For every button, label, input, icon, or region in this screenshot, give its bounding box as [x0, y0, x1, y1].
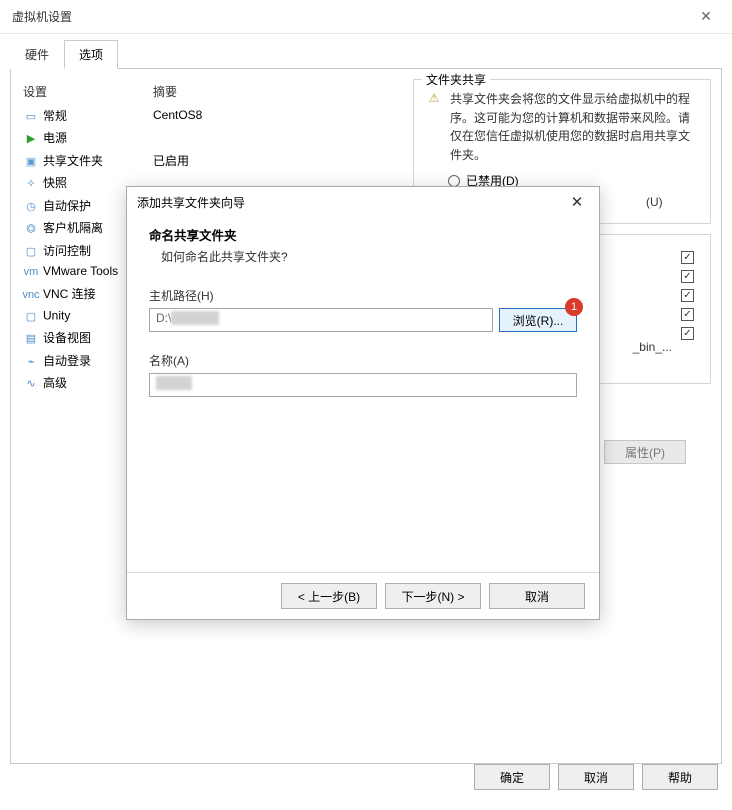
- list-item-label: 设备视图: [43, 331, 91, 345]
- folder-icon: ▣: [23, 153, 39, 169]
- host-path-input[interactable]: D:\xxxxxxxx: [149, 308, 493, 332]
- back-button[interactable]: < 上一步(B): [281, 583, 377, 609]
- add-shared-folder-wizard: 添加共享文件夹向导 ✕ 命名共享文件夹 如何命名此共享文件夹? 主机路径(H) …: [126, 186, 600, 620]
- checkbox-item[interactable]: [681, 289, 694, 302]
- adv-icon: ∿: [23, 376, 39, 392]
- window-title: 虚拟机设置: [12, 8, 692, 25]
- key-icon: ⌁: [23, 353, 39, 369]
- wizard-heading: 命名共享文件夹: [149, 225, 577, 244]
- list-item[interactable]: ▭ 常规 CentOS8: [21, 104, 401, 127]
- device-icon: ▤: [23, 331, 39, 347]
- col-setting: 设置: [23, 83, 153, 100]
- partial-option-suffix: (U): [646, 195, 698, 209]
- warning-icon: ⚠: [426, 90, 442, 106]
- next-button[interactable]: 下一步(N) >: [385, 583, 481, 609]
- wizard-subheading: 如何命名此共享文件夹?: [149, 248, 577, 265]
- wizard-close-icon[interactable]: ✕: [565, 190, 589, 214]
- main-cancel-button[interactable]: 取消: [558, 764, 634, 790]
- host-path-field: 主机路径(H) D:\xxxxxxxx 浏览(R)... 1: [149, 287, 577, 332]
- tabs: 硬件 选项: [10, 40, 722, 69]
- checkbox-item[interactable]: [681, 270, 694, 283]
- close-icon[interactable]: ✕: [692, 3, 720, 31]
- host-path-label: 主机路径(H): [149, 287, 577, 304]
- wizard-title-text: 添加共享文件夹向导: [137, 194, 245, 211]
- tab-options[interactable]: 选项: [64, 40, 118, 69]
- cancel-button[interactable]: 取消: [489, 583, 585, 609]
- name-field: 名称(A) xxxxxx: [149, 352, 577, 397]
- list-item-summary: CentOS8: [153, 108, 399, 122]
- folder-sharing-legend: 文件夹共享: [422, 71, 490, 88]
- tab-hardware[interactable]: 硬件: [10, 40, 64, 69]
- list-item[interactable]: ▶ 电源: [21, 127, 401, 150]
- list-item-label: 快照: [43, 176, 67, 190]
- ok-button[interactable]: 确定: [474, 764, 550, 790]
- checkbox-item[interactable]: [681, 327, 694, 340]
- shield-icon: ▢: [23, 243, 39, 259]
- wizard-footer: < 上一步(B) 下一步(N) > 取消: [127, 572, 599, 619]
- list-item-label: 自动保护: [43, 199, 91, 213]
- list-item-label: VMware Tools: [43, 264, 118, 278]
- properties-button: 属性(P): [604, 440, 686, 464]
- list-item-label: 常规: [43, 109, 67, 123]
- wizard-body: 主机路径(H) D:\xxxxxxxx 浏览(R)... 1 名称(A) xxx…: [127, 279, 599, 572]
- checkbox-column: [681, 245, 694, 346]
- list-item-label: 高级: [43, 376, 67, 390]
- name-input[interactable]: xxxxxx: [149, 373, 577, 397]
- list-item-label: 访问控制: [43, 244, 91, 258]
- clock-icon: ◷: [23, 198, 39, 214]
- list-item-label: Unity: [43, 309, 70, 323]
- list-item-label: 客户机隔离: [43, 221, 103, 235]
- list-item-label: 电源: [43, 131, 67, 145]
- host-path-value: D:\: [156, 311, 171, 325]
- list-item-label: 共享文件夹: [43, 154, 103, 168]
- warning-row: ⚠ 共享文件夹会将您的文件显示给虚拟机中的程序。这可能为您的计算机和数据带来风险…: [426, 90, 698, 164]
- power-icon: ▶: [23, 131, 39, 147]
- wizard-titlebar: 添加共享文件夹向导 ✕: [127, 187, 599, 217]
- dialog-footer: 确定 取消 帮助: [474, 764, 718, 790]
- lock-icon: ⏣: [23, 221, 39, 237]
- checkbox-item[interactable]: [681, 308, 694, 321]
- help-button[interactable]: 帮助: [642, 764, 718, 790]
- list-item[interactable]: ▣ 共享文件夹 已启用: [21, 149, 401, 172]
- list-item-summary: 已启用: [153, 152, 399, 169]
- list-item-bin-label: _bin_...: [633, 340, 672, 354]
- titlebar: 虚拟机设置 ✕: [0, 0, 732, 34]
- list-item-label: VNC 连接: [43, 287, 96, 301]
- col-summary: 摘要: [153, 83, 399, 100]
- checkbox-item[interactable]: [681, 251, 694, 264]
- annotation-badge-1: 1: [565, 298, 583, 316]
- tools-icon: vm: [23, 264, 39, 280]
- host-path-row: D:\xxxxxxxx 浏览(R)... 1: [149, 308, 577, 332]
- unity-icon: ▢: [23, 308, 39, 324]
- warning-text: 共享文件夹会将您的文件显示给虚拟机中的程序。这可能为您的计算机和数据带来风险。请…: [450, 90, 698, 164]
- list-item-label: 自动登录: [43, 354, 91, 368]
- camera-icon: ✧: [23, 176, 39, 192]
- table-header: 设置 摘要: [21, 79, 401, 104]
- vnc-icon: vnc: [23, 287, 39, 303]
- wizard-header: 命名共享文件夹 如何命名此共享文件夹?: [127, 217, 599, 279]
- monitor-icon: ▭: [23, 108, 39, 124]
- name-label: 名称(A): [149, 352, 577, 369]
